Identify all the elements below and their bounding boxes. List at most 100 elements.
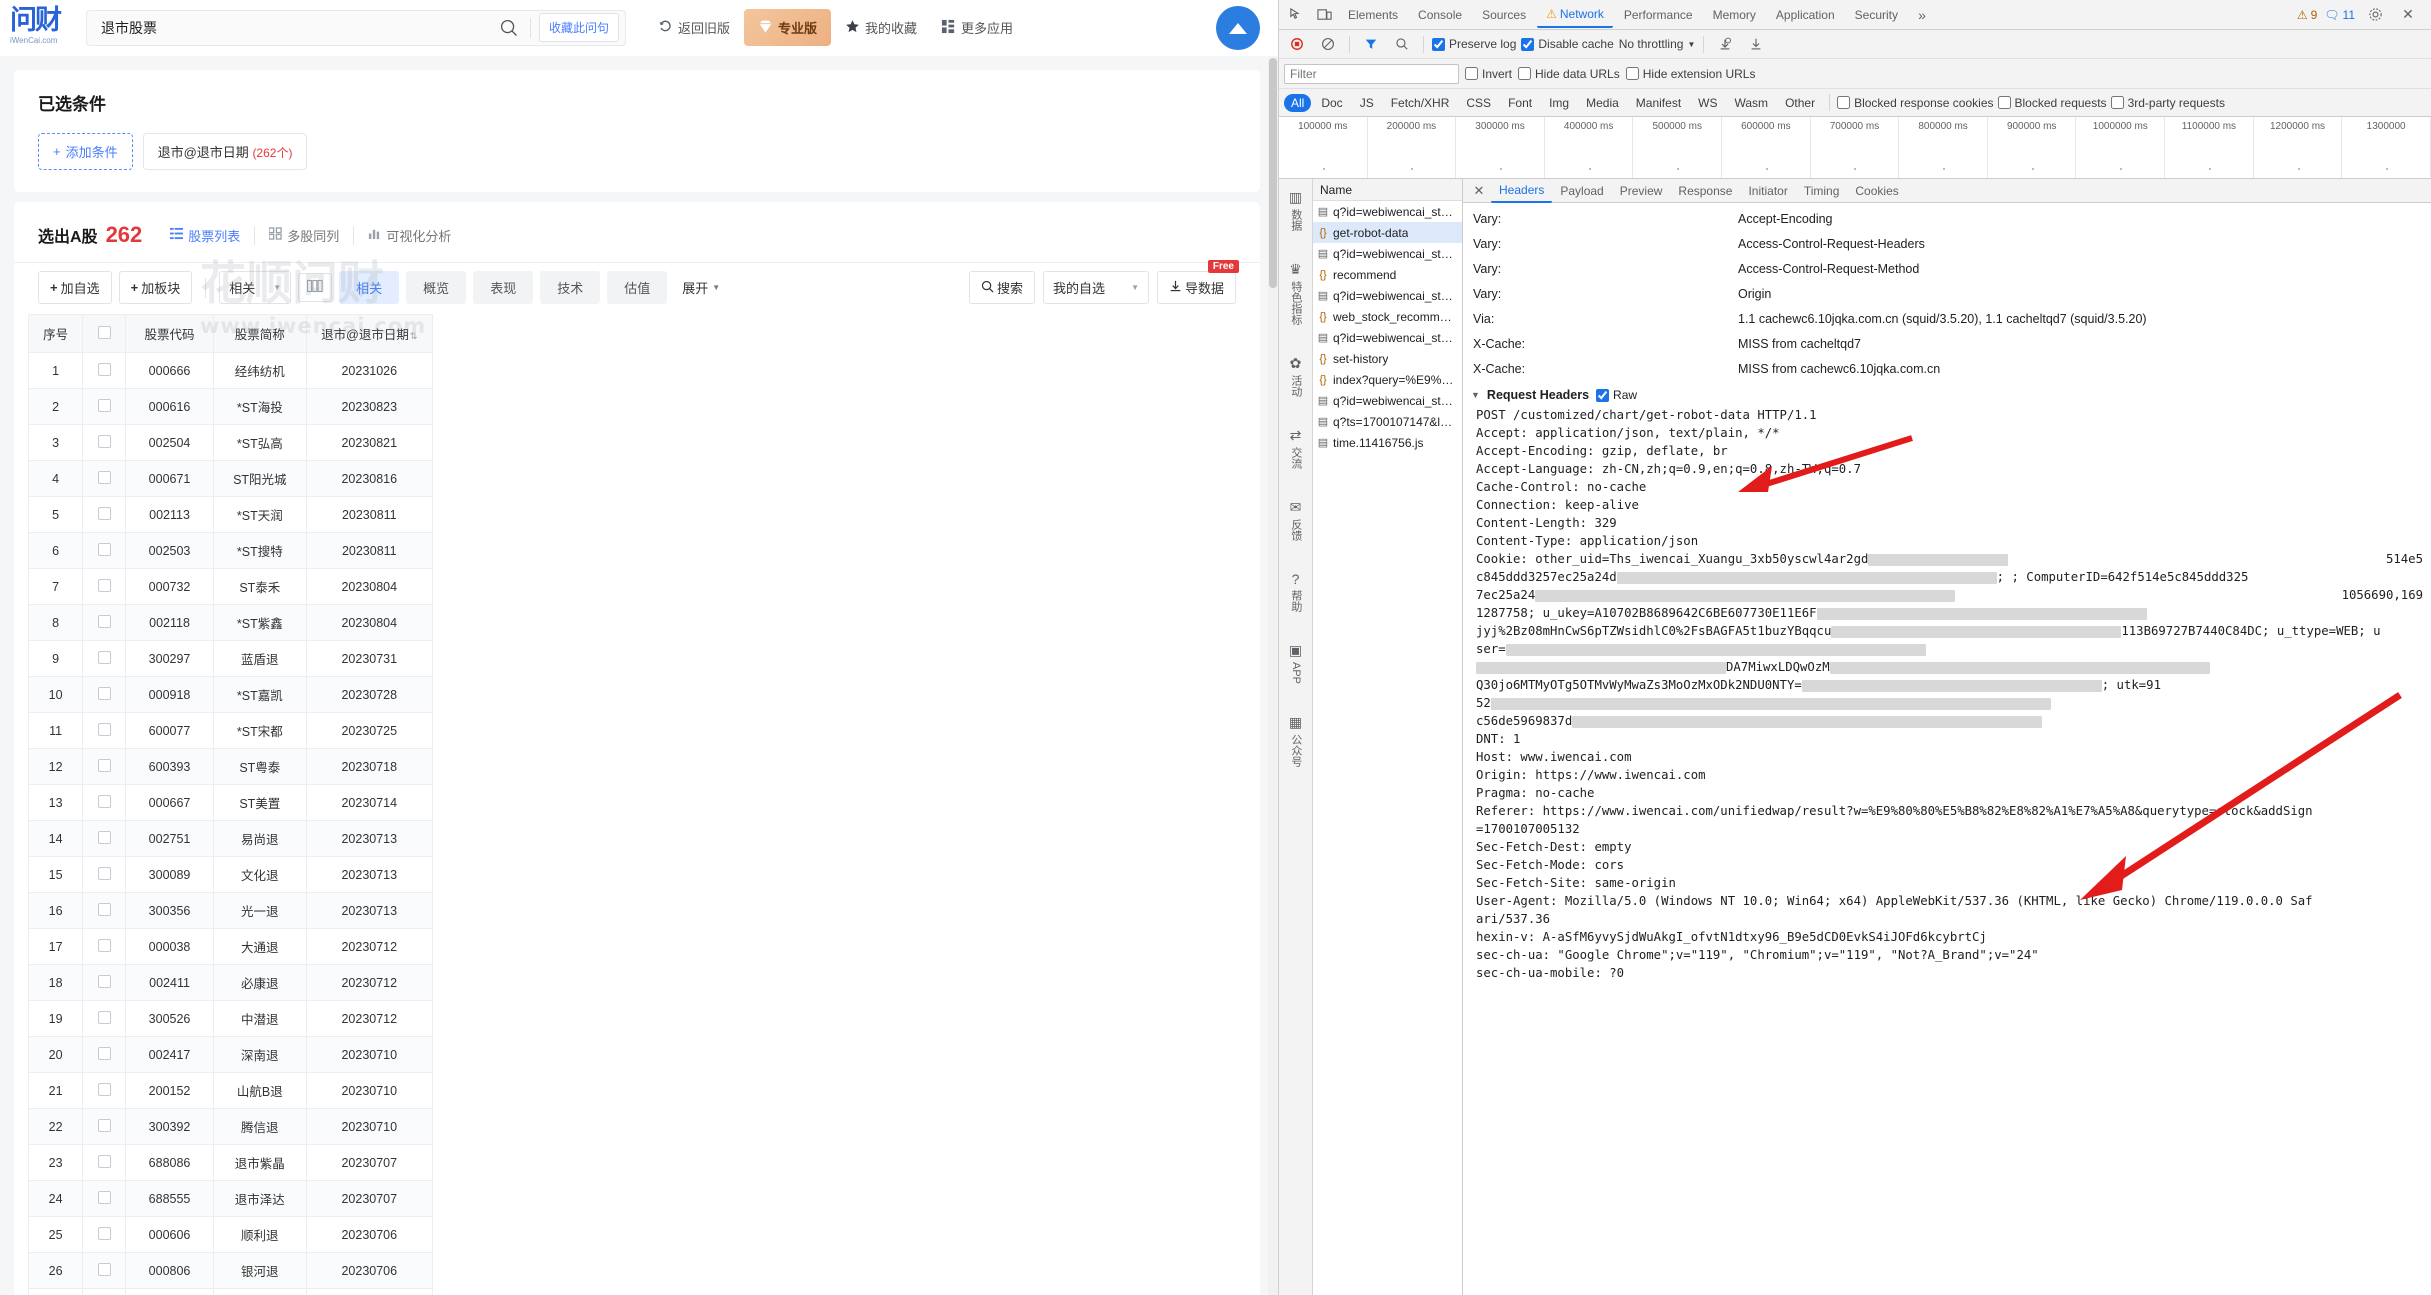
checkbox-icon[interactable] xyxy=(97,1154,111,1168)
detail-tab-preview[interactable]: Preview xyxy=(1612,180,1671,202)
filter-icon[interactable] xyxy=(1358,31,1384,57)
checkbox-icon[interactable] xyxy=(97,974,111,988)
checkbox-icon[interactable] xyxy=(97,722,111,736)
tab-memory[interactable]: Memory xyxy=(1704,3,1765,27)
search-icon[interactable] xyxy=(1389,31,1415,57)
checkbox-icon[interactable] xyxy=(97,542,111,556)
cell-checkbox[interactable] xyxy=(82,532,127,569)
cell-checkbox[interactable] xyxy=(82,1252,127,1289)
checkbox-icon[interactable] xyxy=(97,1010,111,1024)
resource-type-ws[interactable]: WS xyxy=(1691,94,1724,112)
request-item[interactable]: ▤ q?ts=1700107147&ld=... xyxy=(1313,411,1462,432)
cell-stock-name[interactable]: 退市紫晶 xyxy=(213,1144,307,1181)
add-condition-button[interactable]: + 添加条件 xyxy=(38,133,133,170)
cell-stock-name[interactable]: 必康退 xyxy=(213,964,307,1001)
table-row[interactable]: 7 000732 ST泰禾 20230804 xyxy=(27,568,434,605)
cell-stock-code[interactable]: 002417 xyxy=(125,1036,215,1073)
checkbox-icon[interactable] xyxy=(97,866,111,880)
table-row[interactable]: 6 002503 *ST搜特 20230811 xyxy=(27,532,434,569)
chevron-right-icon[interactable]: » xyxy=(1909,2,1935,28)
tab-elements[interactable]: Elements xyxy=(1339,3,1407,27)
table-row[interactable]: 2 000616 *ST海投 20230823 xyxy=(27,388,434,425)
blocked-requests-checkbox[interactable]: Blocked requests xyxy=(1997,96,2107,110)
tab-chip-technical[interactable]: 技术 xyxy=(540,271,601,304)
disable-cache-input[interactable] xyxy=(1521,37,1535,51)
network-overview-timeline[interactable]: 100000 ms 200000 ms 300000 ms 400000 ms 5000… xyxy=(1279,117,2431,179)
cell-stock-code[interactable]: 002751 xyxy=(125,820,215,857)
export-data-button[interactable]: 导数据 xyxy=(1156,271,1236,304)
table-row[interactable]: 23 688086 退市紫晶 20230707 xyxy=(27,1144,434,1181)
cell-checkbox[interactable] xyxy=(82,820,127,857)
cell-stock-code[interactable]: 688555 xyxy=(125,1180,215,1217)
detail-tab-headers[interactable]: Headers xyxy=(1491,179,1553,203)
table-row[interactable]: 22 300392 腾信退 20230710 xyxy=(27,1108,434,1145)
cell-stock-code[interactable]: 300297 xyxy=(125,640,215,677)
resource-type-wasm[interactable]: Wasm xyxy=(1728,94,1776,112)
checkbox-icon[interactable] xyxy=(97,794,111,808)
request-list-header[interactable]: Name xyxy=(1313,179,1462,201)
cell-stock-name[interactable]: *ST天润 xyxy=(213,496,307,533)
tab-sources[interactable]: Sources xyxy=(1473,3,1535,27)
table-row[interactable]: 8 002118 *ST紫鑫 20230804 xyxy=(27,604,434,641)
checkbox-icon[interactable] xyxy=(97,434,111,448)
cell-checkbox[interactable] xyxy=(82,1108,127,1145)
side-rail-item[interactable]: ✿ 活动 xyxy=(1289,355,1302,397)
cell-stock-name[interactable]: *ST宋都 xyxy=(213,712,307,749)
cell-stock-code[interactable]: 300089 xyxy=(125,856,215,893)
request-item[interactable]: ▤ time.11416756.js xyxy=(1313,432,1462,453)
raw-toggle[interactable]: Raw xyxy=(1596,388,1637,402)
page-scrollbar[interactable] xyxy=(1268,58,1278,1295)
cell-stock-code[interactable]: 002411 xyxy=(125,964,215,1001)
detail-tab-response[interactable]: Response xyxy=(1670,180,1740,202)
cell-stock-name[interactable]: 易尚退 xyxy=(213,820,307,857)
cell-checkbox[interactable] xyxy=(82,568,127,605)
cell-stock-code[interactable]: 000671 xyxy=(125,460,215,497)
checkbox-icon[interactable] xyxy=(97,650,111,664)
cell-stock-code[interactable]: 600077 xyxy=(125,712,215,749)
columns-button[interactable] xyxy=(298,273,333,302)
tab-performance[interactable]: Performance xyxy=(1615,3,1702,27)
view-tab-multi-stock[interactable]: 多股同列 xyxy=(254,225,353,245)
cell-stock-name[interactable]: *ST搜特 xyxy=(213,532,307,569)
checkbox-icon[interactable] xyxy=(97,902,111,916)
checkbox-icon[interactable] xyxy=(97,1262,111,1276)
table-row[interactable]: 14 002751 易尚退 20230713 xyxy=(27,820,434,857)
cell-stock-code[interactable]: 002118 xyxy=(125,604,215,641)
cell-stock-code[interactable]: 000732 xyxy=(125,568,215,605)
resource-type-fetch-xhr[interactable]: Fetch/XHR xyxy=(1384,94,1457,112)
request-item[interactable]: {} get-robot-data xyxy=(1313,222,1462,243)
table-row[interactable]: 3 002504 *ST弘高 20230821 xyxy=(27,424,434,461)
resource-type-doc[interactable]: Doc xyxy=(1314,94,1349,112)
table-row[interactable]: 26 000806 银河退 20230706 xyxy=(27,1252,434,1289)
checkbox-icon[interactable] xyxy=(97,398,111,412)
side-rail-item[interactable]: ♛ 特色指标 xyxy=(1289,261,1302,325)
cell-stock-code[interactable]: 000667 xyxy=(125,784,215,821)
cell-stock-code[interactable]: 002503 xyxy=(125,532,215,569)
resource-type-manifest[interactable]: Manifest xyxy=(1629,94,1688,112)
cell-stock-name[interactable]: 顺利退 xyxy=(213,1216,307,1253)
checkbox-icon[interactable] xyxy=(97,1226,111,1240)
detail-tab-initiator[interactable]: Initiator xyxy=(1740,180,1795,202)
side-rail-item[interactable]: ▣ APP xyxy=(1289,642,1302,684)
add-to-watchlist-button[interactable]: + 加自选 xyxy=(38,271,112,304)
scrollbar-thumb[interactable] xyxy=(1269,58,1277,288)
tab-security[interactable]: Security xyxy=(1846,3,1907,27)
cell-checkbox[interactable] xyxy=(82,388,127,425)
request-item[interactable]: ▤ q?id=webiwencai_stock... xyxy=(1313,243,1462,264)
invert-input[interactable] xyxy=(1465,67,1478,80)
request-item[interactable]: ▤ q?id=webiwencai_stock... xyxy=(1313,390,1462,411)
preserve-log-input[interactable] xyxy=(1432,37,1445,51)
table-row[interactable]: 5 002113 *ST天润 20230811 xyxy=(27,496,434,533)
inspect-icon[interactable] xyxy=(1283,2,1309,28)
cell-checkbox[interactable] xyxy=(82,928,127,965)
resource-type-img[interactable]: Img xyxy=(1542,94,1576,112)
checkbox-icon[interactable] xyxy=(97,1082,111,1096)
request-item[interactable]: {} index?query=%E9%80%... xyxy=(1313,369,1462,390)
add-to-sector-button[interactable]: + 加板块 xyxy=(118,271,193,304)
tab-console[interactable]: Console xyxy=(1409,3,1471,27)
resource-type-js[interactable]: JS xyxy=(1353,94,1381,112)
cell-checkbox[interactable] xyxy=(82,1288,127,1295)
throttling-select[interactable]: No throttling ▼ xyxy=(1619,37,1696,51)
cell-checkbox[interactable] xyxy=(82,748,127,785)
cell-checkbox[interactable] xyxy=(82,964,127,1001)
